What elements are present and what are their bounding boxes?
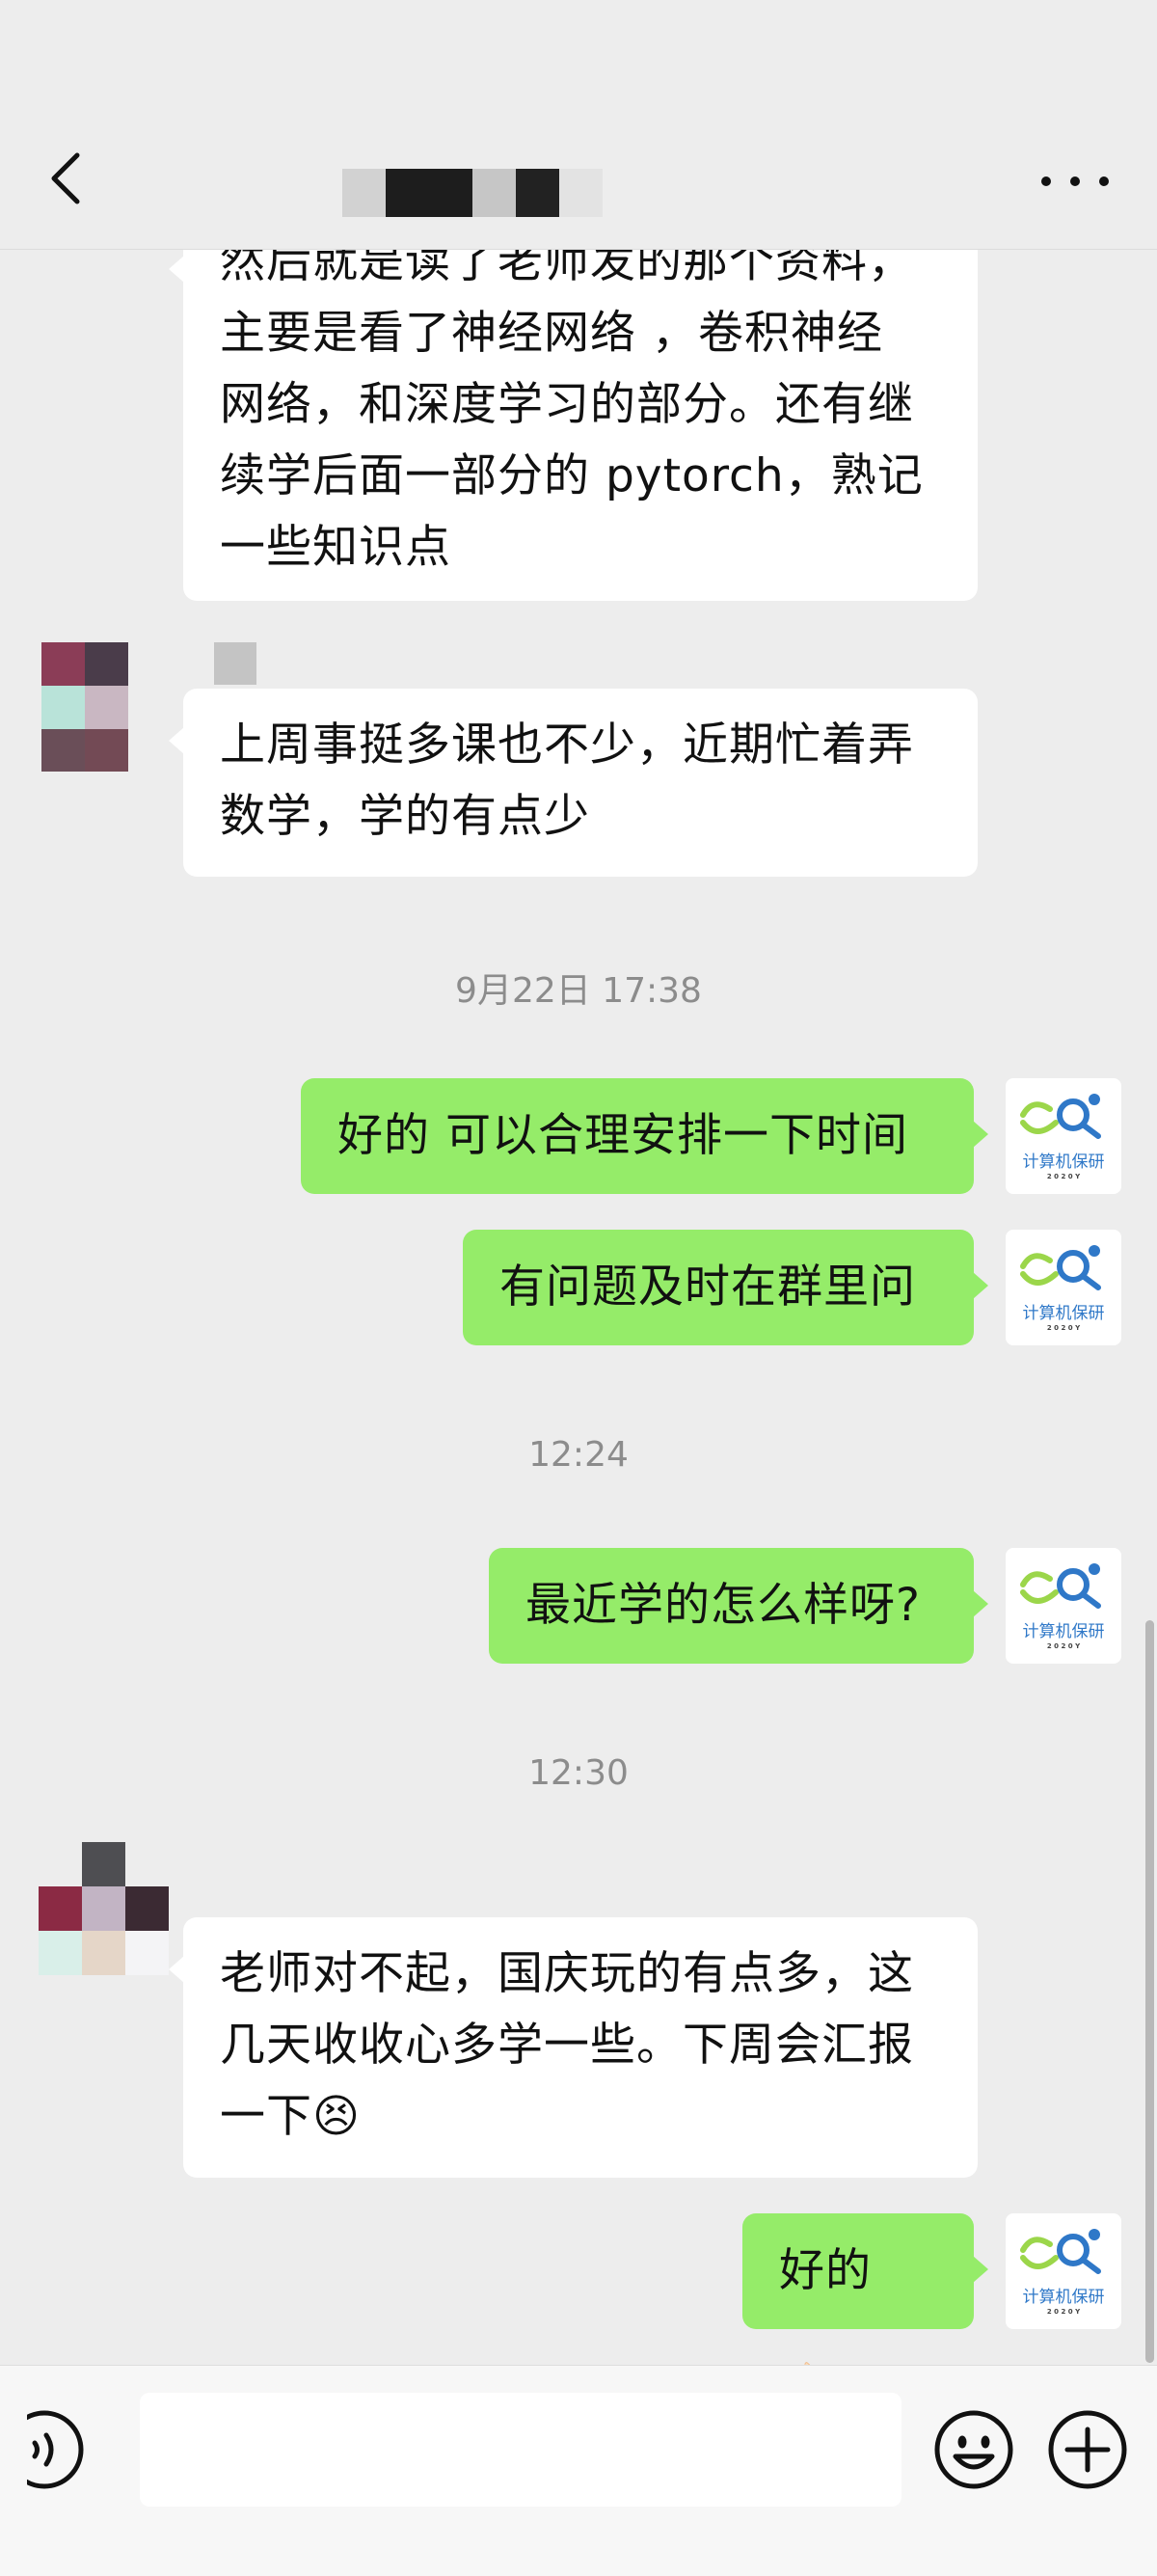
more-dot [1070, 176, 1080, 186]
plus-icon [1048, 2410, 1127, 2489]
avatar-caption: 计算机保研 [1022, 1304, 1105, 1323]
message-line: 网络，和深度学习的部分。还有继 [220, 378, 914, 431]
message-timestamp: 12:24 [528, 1435, 629, 1475]
emoji-icon [934, 2410, 1013, 2489]
avatar-subcaption: 2 0 2 0 Y [1046, 1642, 1081, 1650]
avatar-caption: 计算机保研 [1022, 2288, 1105, 2307]
chat-scrollbar[interactable] [1145, 1620, 1154, 2363]
avatar-subcaption: 2 0 2 0 Y [1046, 1173, 1081, 1180]
message-line: 续学后面一部分的 pytorch，熟记 [220, 449, 924, 502]
sender-avatar[interactable] [41, 642, 128, 772]
more-dot [1099, 176, 1109, 186]
avatar-subcaption: 2 0 2 0 Y [1046, 2308, 1081, 2316]
message-line: 一下😣 [220, 2081, 941, 2153]
message-bubble-outgoing[interactable]: 好的 👌🏻 [742, 2213, 988, 2413]
more-options-button[interactable] [1041, 154, 1109, 208]
message-line: 数学，学的有点少 [220, 790, 590, 843]
message-text: 好的 [779, 2244, 872, 2297]
message-line: 一些知识点 [220, 521, 451, 574]
message-timestamp: 9月22日 17:38 [455, 971, 702, 1011]
more-dots-icon [1041, 176, 1051, 186]
avatar-caption: 计算机保研 [1022, 1622, 1105, 1641]
sender-name-blur [214, 642, 256, 685]
logo-icon [1020, 1094, 1101, 1139]
logo-icon [1020, 1563, 1101, 1609]
back-button[interactable] [37, 145, 94, 212]
message-line: 上周事挺多课也不少，近期忙着弄 [220, 719, 914, 772]
emoji-button[interactable] [932, 2408, 1015, 2491]
message-bubble-incoming[interactable]: 然后就是读了老师发的那个资料， 主要是看了神经网络 ，卷积神经 网络，和深度学习… [169, 217, 978, 601]
my-avatar[interactable]: 计算机保研 2 0 2 0 Y [1006, 1078, 1121, 1194]
my-avatar[interactable]: 计算机保研 2 0 2 0 Y [1006, 1548, 1121, 1664]
message-bubble-outgoing[interactable]: 好的 可以合理安排一下时间 [301, 1078, 988, 1194]
more-functions-button[interactable] [1046, 2408, 1129, 2491]
input-bar [0, 2365, 1157, 2576]
message-bubble-outgoing[interactable]: 最近学的怎么样呀? [489, 1548, 988, 1664]
message-bubble-incoming[interactable]: 老师对不起，国庆玩的有点多，这 几天收收心多学一些。下周会汇报 一下😣 [169, 1917, 978, 2178]
persevering-face-emoji: 😣 [312, 2090, 361, 2143]
message-bubble-outgoing[interactable]: 有问题及时在群里问 [463, 1230, 988, 1345]
message-text: 一下 [220, 2090, 312, 2143]
logo-icon [1020, 1245, 1101, 1290]
message-line: 老师对不起，国庆玩的有点多，这 [220, 1947, 914, 2000]
my-avatar[interactable]: 计算机保研 2 0 2 0 Y [1006, 1230, 1121, 1345]
avatar-caption: 计算机保研 [1022, 1152, 1105, 1172]
message-line: 几天收收心多学一些。下周会汇报 [220, 2019, 914, 2072]
avatar-subcaption: 2 0 2 0 Y [1046, 1324, 1081, 1332]
my-avatar[interactable]: 计算机保研 2 0 2 0 Y [1006, 2213, 1121, 2329]
message-line: 主要是看了神经网络 ，卷积神经 [220, 307, 883, 360]
logo-icon [1020, 2229, 1101, 2274]
message-bubble-incoming[interactable]: 上周事挺多课也不少，近期忙着弄 数学，学的有点少 [169, 689, 978, 877]
chat-title-mosaic [342, 169, 603, 217]
message-timestamp: 12:30 [528, 1753, 629, 1793]
message-input[interactable] [140, 2393, 901, 2507]
voice-button[interactable] [27, 2408, 110, 2491]
chat-header [0, 0, 1157, 250]
sender-avatar[interactable] [39, 1842, 169, 1975]
chevron-left-icon [51, 152, 80, 204]
voice-icon [27, 2410, 84, 2489]
